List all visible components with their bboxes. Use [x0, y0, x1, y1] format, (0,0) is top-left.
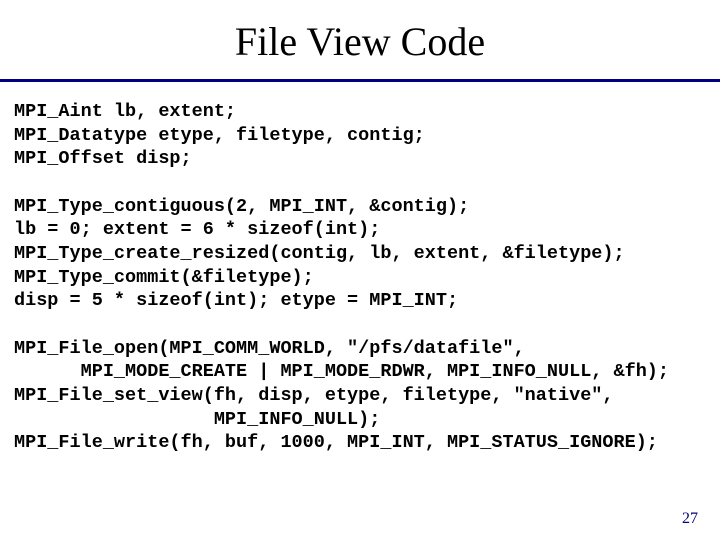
code-blank-2 — [0, 313, 720, 337]
title-underline — [0, 79, 720, 82]
code-block-2: MPI_Type_contiguous(2, MPI_INT, &contig)… — [0, 195, 720, 313]
code-block-3: MPI_File_open(MPI_COMM_WORLD, "/pfs/data… — [0, 337, 720, 455]
slide: File View Code MPI_Aint lb, extent; MPI_… — [0, 0, 720, 540]
page-number: 27 — [682, 510, 698, 528]
slide-title: File View Code — [0, 0, 720, 79]
code-block-1: MPI_Aint lb, extent; MPI_Datatype etype,… — [0, 100, 720, 171]
code-blank-1 — [0, 171, 720, 195]
